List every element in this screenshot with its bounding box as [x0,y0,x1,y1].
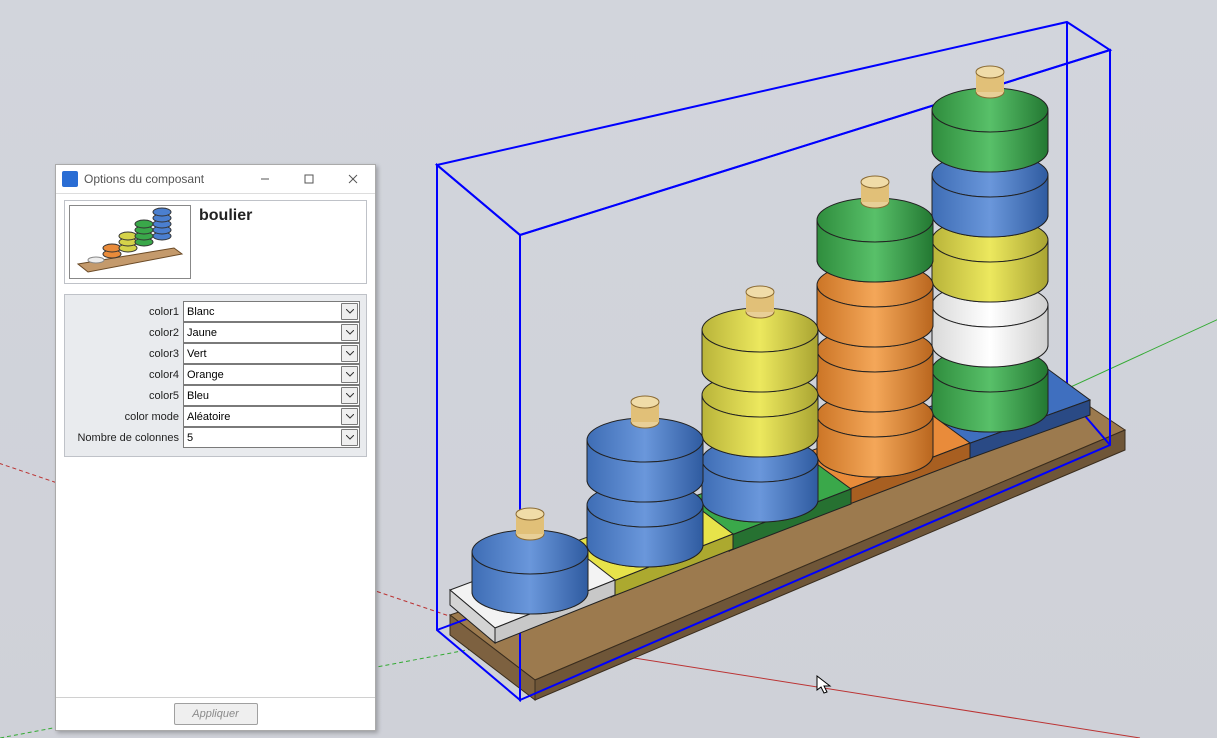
label-columns: Nombre de colonnes [71,432,183,444]
chevron-down-icon [341,324,358,341]
select-color-mode[interactable]: Aléatoire [183,406,360,427]
select-color1[interactable]: Blanc [183,301,360,322]
component-name: boulier [199,205,252,225]
label-color5: color5 [71,390,183,402]
component-header: boulier [64,200,367,284]
apply-button[interactable]: Appliquer [174,703,258,725]
label-color4: color4 [71,369,183,381]
chevron-down-icon [341,408,358,425]
maximize-button[interactable] [287,165,331,193]
dialog-footer: Appliquer [56,697,375,730]
select-color2[interactable]: Jaune [183,322,360,343]
component-thumbnail [69,205,191,279]
cursor-icon [814,674,836,696]
titlebar[interactable]: Options du composant [56,165,375,194]
label-color2: color2 [71,327,183,339]
label-color-mode: color mode [71,411,183,423]
chevron-down-icon [341,303,358,320]
close-button[interactable] [331,165,375,193]
label-color3: color3 [71,348,183,360]
component-options-dialog: Options du composant boulier [55,164,376,731]
minimize-button[interactable] [243,165,287,193]
chevron-down-icon [341,429,358,446]
app-icon [62,171,78,187]
select-color3[interactable]: Vert [183,343,360,364]
select-color5[interactable]: Bleu [183,385,360,406]
label-color1: color1 [71,306,183,318]
chevron-down-icon [341,366,358,383]
options-form: color1Blanc color2Jaune color3Vert color… [64,294,367,457]
select-color4[interactable]: Orange [183,364,360,385]
chevron-down-icon [341,345,358,362]
chevron-down-icon [341,387,358,404]
dialog-title: Options du composant [84,172,243,186]
select-columns[interactable]: 5 [183,427,360,448]
